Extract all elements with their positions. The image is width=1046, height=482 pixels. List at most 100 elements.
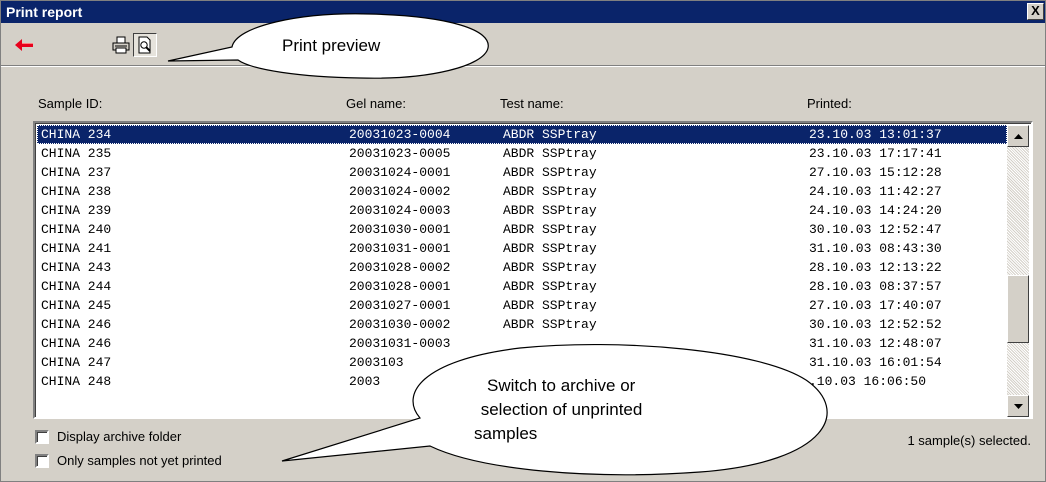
table-row[interactable]: CHINA 247 2003103 31.10.03 16:01:54 xyxy=(37,353,1007,372)
sample-id-cell: CHINA 237 xyxy=(41,165,112,180)
scroll-down-button[interactable] xyxy=(1007,395,1029,417)
print-preview-icon xyxy=(138,36,151,54)
column-header-sample-id[interactable]: Sample ID: xyxy=(38,96,102,111)
sample-id-cell: CHINA 238 xyxy=(41,184,112,199)
close-button[interactable]: X xyxy=(1027,3,1044,20)
sample-id-cell: CHINA 246 xyxy=(41,317,112,332)
table-row[interactable]: CHINA 244 20031028-0001 ABDR SSPtray 28.10.… xyxy=(37,277,1007,296)
printed-cell: 27.10.03 15:12:28 xyxy=(809,165,942,180)
gel-name-cell: 20031024-0002 xyxy=(349,184,451,199)
sample-id-cell: CHINA 247 xyxy=(41,355,112,370)
preview-callout-text: Print preview xyxy=(282,36,381,55)
toolbar xyxy=(5,25,1041,65)
gel-name-cell: 20031030-0001 xyxy=(349,222,451,237)
sample-list[interactable]: CHINA 234 20031023-0004 ABDR SSPtray 23.10.… xyxy=(33,121,1033,419)
sample-id-cell: CHINA 248 xyxy=(41,374,112,389)
switch-callout-line-3: samples xyxy=(474,424,538,443)
gel-name-cell: 20031031-0001 xyxy=(349,241,451,256)
printed-cell: 31.10.03 12:48:07 xyxy=(809,336,942,351)
arrow-up-icon xyxy=(1013,133,1023,139)
table-row[interactable]: CHINA 243 20031028-0002 ABDR SSPtray 28.10.… xyxy=(37,258,1007,277)
printed-cell: 30.10.03 12:52:52 xyxy=(809,317,942,332)
printer-icon xyxy=(112,36,130,54)
printed-cell: 31.10.03 08:43:30 xyxy=(809,241,942,256)
printed-cell: 30.10.03 12:52:47 xyxy=(809,222,942,237)
unprinted-checkbox[interactable] xyxy=(35,453,49,468)
vertical-scrollbar[interactable] xyxy=(1007,125,1029,417)
test-name-cell: ABDR SSPtray xyxy=(503,184,597,199)
sample-id-cell: CHINA 240 xyxy=(41,222,112,237)
gel-name-cell: 20031028-0002 xyxy=(349,260,451,275)
table-row[interactable]: CHINA 238 20031024-0002 ABDR SSPtray 24.10.… xyxy=(37,182,1007,201)
test-name-cell: ABDR SSPtray xyxy=(503,203,597,218)
archive-checkbox[interactable] xyxy=(35,429,49,444)
column-header-printed[interactable]: Printed: xyxy=(807,96,852,111)
title-bar: Print report X xyxy=(1,1,1045,23)
selection-status: 1 sample(s) selected. xyxy=(907,433,1031,448)
table-row[interactable]: CHINA 239 20031024-0003 ABDR SSPtray 24.10.… xyxy=(37,201,1007,220)
gel-name-cell: 2003 xyxy=(349,374,381,389)
arrow-down-icon xyxy=(1013,403,1023,409)
gel-name-cell: 2003103 xyxy=(349,355,404,370)
test-name-cell: ABDR SSPtray xyxy=(503,127,597,142)
back-button[interactable] xyxy=(13,33,37,57)
table-row[interactable]: CHINA 245 20031027-0001 ABDR SSPtray 27.10.… xyxy=(37,296,1007,315)
table-row[interactable]: CHINA 240 20031030-0001 ABDR SSPtray 30.10.… xyxy=(37,220,1007,239)
sample-id-cell: CHINA 244 xyxy=(41,279,112,294)
printed-cell: .10.03 16:06:50 xyxy=(809,374,927,389)
toolbar-separator xyxy=(1,65,1045,67)
test-name-cell: ABDR SSPtray xyxy=(503,260,597,275)
printed-cell: 31.10.03 16:01:54 xyxy=(809,355,942,370)
switch-callout-line-1: Switch to archive or xyxy=(487,376,636,395)
gel-name-cell: 20031023-0004 xyxy=(349,127,451,142)
unprinted-option[interactable]: Only samples not yet printed xyxy=(35,453,222,468)
print-button[interactable] xyxy=(109,33,133,57)
archive-label: Display archive folder xyxy=(57,429,182,444)
table-row[interactable]: CHINA 235 20031023-0005 ABDR SSPtray 23.10.… xyxy=(37,144,1007,163)
archive-option[interactable]: Display archive folder xyxy=(35,429,181,444)
test-name-cell: ABDR SSPtray xyxy=(503,241,597,256)
table-row[interactable]: CHINA 246 20031030-0002 ABDR SSPtray 30.10.… xyxy=(37,315,1007,334)
column-header-test-name[interactable]: Test name: xyxy=(500,96,564,111)
sample-id-cell: CHINA 234 xyxy=(41,127,112,142)
test-name-cell: ABDR SSPtray xyxy=(503,298,597,313)
gel-name-cell: 20031023-0005 xyxy=(349,146,451,161)
test-name-cell: ABDR SSPtray xyxy=(503,279,597,294)
table-row[interactable]: CHINA 237 20031024-0001 ABDR SSPtray 27.10.… xyxy=(37,163,1007,182)
sample-id-cell: CHINA 235 xyxy=(41,146,112,161)
scrollbar-thumb[interactable] xyxy=(1007,275,1029,343)
sample-id-cell: CHINA 239 xyxy=(41,203,112,218)
gel-name-cell: 20031024-0001 xyxy=(349,165,451,180)
gel-name-cell: 20031030-0002 xyxy=(349,317,451,332)
sample-id-cell: CHINA 245 xyxy=(41,298,112,313)
print-preview-button[interactable] xyxy=(133,33,157,57)
printed-cell: 23.10.03 17:17:41 xyxy=(809,146,942,161)
sample-rows: CHINA 234 20031023-0004 ABDR SSPtray 23.10.… xyxy=(37,125,1007,391)
test-name-cell: ABDR SSPtray xyxy=(503,165,597,180)
printed-cell: 27.10.03 17:40:07 xyxy=(809,298,942,313)
unprinted-label: Only samples not yet printed xyxy=(57,453,222,468)
table-row[interactable]: CHINA 234 20031023-0004 ABDR SSPtray 23.10.… xyxy=(37,125,1007,144)
table-row[interactable]: CHINA 246 20031031-0003 31.10.03 12:48:07 xyxy=(37,334,1007,353)
test-name-cell: ABDR SSPtray xyxy=(503,222,597,237)
printed-cell: 24.10.03 11:42:27 xyxy=(809,184,942,199)
scroll-up-button[interactable] xyxy=(1007,125,1029,147)
sample-id-cell: CHINA 246 xyxy=(41,336,112,351)
test-name-cell: ABDR SSPtray xyxy=(503,317,597,332)
window-title: Print report xyxy=(6,4,83,20)
printed-cell: 28.10.03 12:13:22 xyxy=(809,260,942,275)
sample-id-cell: CHINA 243 xyxy=(41,260,112,275)
red-arrow-left-icon xyxy=(15,39,33,51)
printed-cell: 24.10.03 14:24:20 xyxy=(809,203,942,218)
switch-callout-line-2: selection of unprinted xyxy=(476,400,643,419)
printed-cell: 23.10.03 13:01:37 xyxy=(809,127,942,142)
gel-name-cell: 20031024-0003 xyxy=(349,203,451,218)
test-name-cell: ABDR SSPtray xyxy=(503,146,597,161)
sample-id-cell: CHINA 241 xyxy=(41,241,112,256)
table-row[interactable]: CHINA 241 20031031-0001 ABDR SSPtray 31.10.… xyxy=(37,239,1007,258)
gel-name-cell: 20031027-0001 xyxy=(349,298,451,313)
column-header-gel-name[interactable]: Gel name: xyxy=(346,96,406,111)
printed-cell: 28.10.03 08:37:57 xyxy=(809,279,942,294)
gel-name-cell: 20031028-0001 xyxy=(349,279,451,294)
gel-name-cell: 20031031-0003 xyxy=(349,336,451,351)
